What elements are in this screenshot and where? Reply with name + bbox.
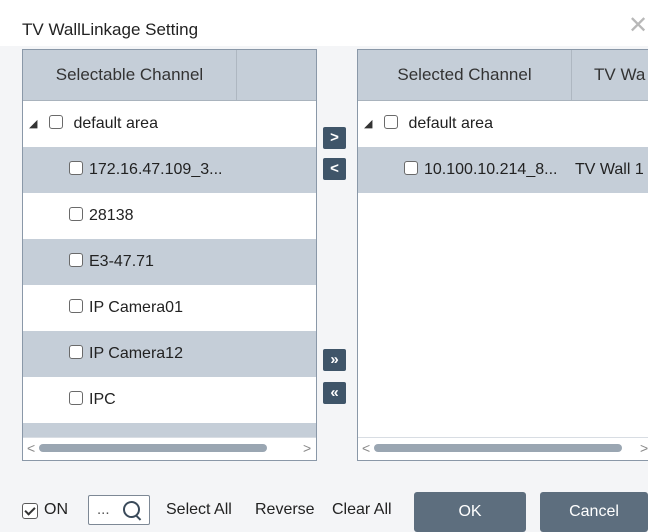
scroll-right-arrow-icon[interactable]: >	[640, 440, 648, 456]
item-label: IP Camera01	[89, 299, 183, 316]
remove-all-button[interactable]: «	[323, 382, 346, 404]
channel-label: 10.100.10.214_8...	[424, 161, 558, 178]
item-checkbox[interactable]	[69, 390, 83, 405]
item-label: IP Camera12	[89, 345, 183, 362]
selectable-channel-panel: Selectable Channel ◢ default area 172.16…	[22, 49, 317, 461]
title-bar: TV WallLinkage Setting ✕	[0, 0, 648, 46]
column-header-selectable-channel[interactable]: Selectable Channel	[23, 50, 237, 100]
on-label: ON	[44, 501, 68, 518]
selected-channel-panel: Selected Channel TV Wa ◢ default area 10…	[357, 49, 648, 461]
list-item[interactable]: 28138	[23, 193, 316, 239]
close-icon[interactable]: ✕	[628, 14, 648, 38]
item-label: 28138	[89, 207, 134, 224]
scroll-right-arrow-icon[interactable]: >	[303, 440, 311, 456]
group-label: default area	[408, 115, 493, 132]
group-checkbox[interactable]	[384, 114, 398, 129]
item-checkbox[interactable]	[69, 160, 83, 175]
group-label: default area	[73, 115, 158, 132]
scrollbar-thumb[interactable]	[374, 444, 622, 452]
list-item[interactable]: E3-47.71	[23, 239, 316, 285]
item-checkbox[interactable]	[69, 298, 83, 313]
selected-channel-header: Selected Channel TV Wa	[358, 50, 648, 101]
item-checkbox[interactable]	[69, 206, 83, 221]
expand-triangle-icon[interactable]: ◢	[29, 101, 37, 147]
item-checkbox[interactable]	[69, 252, 83, 267]
item-checkbox[interactable]	[404, 160, 418, 175]
scrollbar-thumb[interactable]	[39, 444, 267, 452]
scroll-left-arrow-icon[interactable]: <	[27, 440, 35, 456]
add-selected-button[interactable]: >	[323, 127, 346, 149]
list-item[interactable]: IP Camera01	[23, 285, 316, 331]
remove-selected-button[interactable]: <	[323, 158, 346, 180]
group-checkbox[interactable]	[49, 114, 63, 129]
item-label: 172.16.47.109_3...	[89, 161, 223, 178]
tree-group-row[interactable]: ◢ default area	[358, 101, 648, 147]
selectable-channel-header: Selectable Channel	[23, 50, 316, 101]
ok-button[interactable]: OK	[414, 492, 526, 532]
tree-group-row[interactable]: ◢ default area	[23, 101, 316, 147]
column-header-tv-wall[interactable]: TV Wa	[572, 50, 648, 100]
tv-wall-linkage-dialog: TV WallLinkage Setting ✕ Selectable Chan…	[0, 0, 648, 532]
column-header-empty[interactable]	[237, 50, 316, 100]
search-dots: ...	[97, 501, 110, 518]
item-checkbox[interactable]	[69, 344, 83, 359]
list-item[interactable]: IP Camera12	[23, 331, 316, 377]
left-horizontal-scrollbar[interactable]: < >	[23, 437, 316, 460]
expand-triangle-icon[interactable]: ◢	[364, 101, 372, 147]
select-all-button[interactable]: Select All	[166, 501, 232, 519]
on-checkbox[interactable]	[22, 503, 38, 519]
checkmark-icon	[22, 503, 38, 519]
search-button[interactable]: ...	[88, 495, 150, 525]
item-label: IPC	[89, 391, 116, 408]
cancel-button[interactable]: Cancel	[540, 492, 648, 532]
item-label: E3-47.71	[89, 253, 154, 270]
scroll-left-arrow-icon[interactable]: <	[362, 440, 370, 456]
table-row[interactable]: 10.100.10.214_8... TV Wall 1	[358, 147, 648, 193]
reverse-button[interactable]: Reverse	[255, 501, 315, 519]
add-all-button[interactable]: »	[323, 349, 346, 371]
list-item[interactable]: 172.16.47.109_3...	[23, 147, 316, 193]
dialog-title: TV WallLinkage Setting	[22, 20, 199, 39]
right-horizontal-scrollbar[interactable]: < >	[358, 437, 648, 460]
tv-wall-label: TV Wall 1	[575, 161, 644, 178]
clear-all-button[interactable]: Clear All	[332, 501, 392, 519]
search-icon	[123, 501, 140, 518]
column-header-selected-channel[interactable]: Selected Channel	[358, 50, 572, 100]
list-item[interactable]: IPC	[23, 377, 316, 423]
